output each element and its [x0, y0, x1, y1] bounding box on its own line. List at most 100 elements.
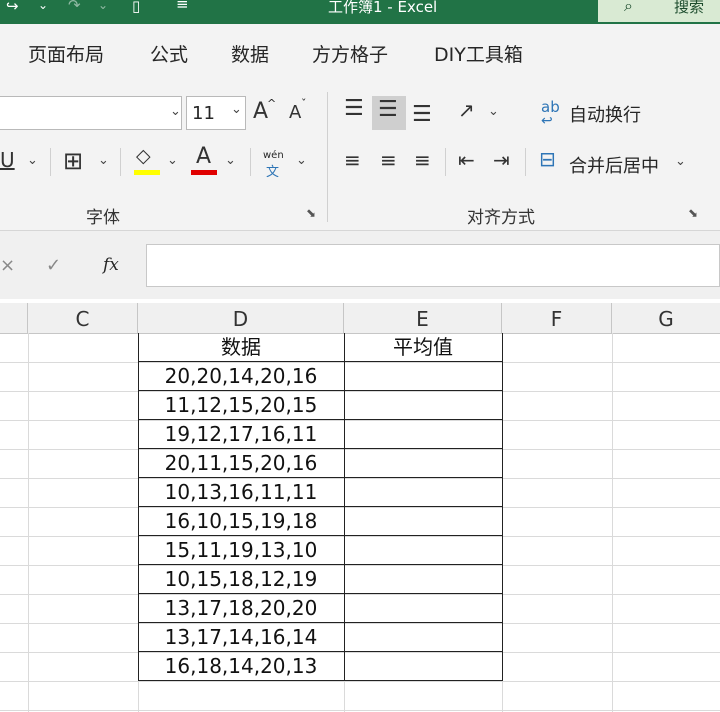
font-color-dropdown-icon[interactable]: ⌄ — [225, 153, 236, 168]
orientation-dropdown-icon[interactable]: ⌄ — [488, 104, 499, 119]
undo-dropdown-icon[interactable]: ⌄ — [38, 0, 48, 12]
print-preview-icon[interactable]: ▯ — [132, 0, 140, 15]
column-header-c[interactable]: C — [28, 303, 138, 333]
font-size-input[interactable]: 11 ⌄ — [186, 96, 246, 130]
tab-formulas[interactable]: 公式 — [150, 40, 188, 67]
customize-toolbar-icon[interactable]: ≡ — [176, 0, 189, 13]
data-cell[interactable]: 20,20,14,20,16 — [138, 362, 344, 391]
align-middle-icon: ☰ — [378, 97, 398, 122]
orientation-icon[interactable]: ↗ — [458, 100, 475, 120]
align-top-icon[interactable]: ☰ — [344, 98, 364, 120]
data-cell[interactable]: 10,13,16,11,11 — [138, 478, 344, 507]
fill-color-icon[interactable]: ◇ — [136, 147, 151, 166]
tab-data[interactable]: 数据 — [231, 40, 269, 67]
align-right-icon[interactable]: ≡ — [414, 150, 431, 170]
average-cell[interactable] — [344, 623, 502, 652]
repeat-dropdown-icon: ⌄ — [98, 0, 109, 12]
alignment-group-label: 对齐方式 — [467, 208, 535, 228]
underline-dropdown-icon[interactable]: ⌄ — [27, 153, 38, 168]
average-cell[interactable] — [344, 362, 502, 391]
increase-indent-icon[interactable]: ⇥ — [493, 150, 510, 170]
merge-dropdown-icon[interactable]: ⌄ — [675, 154, 686, 169]
header-cell-average[interactable]: 平均值 — [344, 333, 502, 362]
grow-caret-icon: ^ — [267, 97, 277, 110]
phonetic-icon[interactable]: 文 — [266, 161, 279, 180]
divider — [120, 148, 121, 176]
shrink-font-icon[interactable]: A — [289, 104, 301, 122]
average-cell[interactable] — [344, 652, 502, 681]
underline-icon[interactable]: U — [0, 150, 15, 170]
data-cell[interactable]: 16,10,15,19,18 — [138, 507, 344, 536]
alignment-dialog-launcher-icon[interactable]: ⬊ — [688, 206, 698, 220]
gridline-horizontal — [0, 710, 720, 711]
average-cell[interactable] — [344, 449, 502, 478]
phonetic-dropdown-icon[interactable]: ⌄ — [296, 153, 307, 168]
header-cell-data[interactable]: 数据 — [138, 333, 344, 362]
average-cell[interactable] — [344, 420, 502, 449]
divider — [445, 148, 446, 176]
merge-center-button[interactable]: 合并后居中 — [569, 152, 659, 178]
column-header-g[interactable]: G — [612, 303, 720, 333]
table-border — [502, 333, 503, 681]
average-cell[interactable] — [344, 507, 502, 536]
decrease-indent-icon[interactable]: ⇤ — [458, 150, 475, 170]
formula-input[interactable] — [146, 244, 720, 287]
gridline-horizontal — [0, 681, 720, 682]
data-cell[interactable]: 10,15,18,12,19 — [138, 565, 344, 594]
data-cell[interactable]: 19,12,17,16,11 — [138, 420, 344, 449]
data-cell[interactable]: 15,11,19,13,10 — [138, 536, 344, 565]
wrap-text-button[interactable]: 自动换行 — [569, 101, 641, 127]
grow-font-icon[interactable]: A — [253, 101, 268, 123]
font-size-dropdown-icon: ⌄ — [231, 102, 242, 117]
column-header-prev[interactable] — [0, 303, 28, 333]
average-cell[interactable] — [344, 565, 502, 594]
align-left-icon[interactable]: ≡ — [344, 150, 361, 170]
data-cell[interactable]: 20,11,15,20,16 — [138, 449, 344, 478]
column-header-d[interactable]: D — [138, 303, 344, 333]
cell-grid[interactable]: 数据 平均值 20,20,14,20,16 11,12,15,20,15 19,12,1… — [0, 333, 720, 712]
data-cell[interactable]: 13,17,14,16,14 — [138, 623, 344, 652]
font-color-swatch — [191, 170, 217, 175]
average-cell[interactable] — [344, 594, 502, 623]
data-cell[interactable]: 13,17,18,20,20 — [138, 594, 344, 623]
align-bottom-icon[interactable]: ☰ — [412, 104, 432, 126]
font-color-icon[interactable]: A — [196, 146, 211, 168]
tab-diy-toolbox[interactable]: DIY工具箱 — [434, 40, 523, 67]
gridline-vertical — [612, 333, 613, 712]
group-separator — [327, 92, 328, 222]
font-name-dropdown-icon[interactable]: ⌄ — [170, 104, 181, 119]
search-box[interactable]: ⌕ 搜索 — [598, 0, 720, 22]
title-bar: ↪ ⌄ ↷ ⌄ ▯ ≡ 工作簿1 - Excel ⌕ 搜索 — [0, 0, 720, 24]
font-name-input[interactable] — [0, 96, 182, 130]
borders-dropdown-icon[interactable]: ⌄ — [98, 153, 109, 168]
shrink-caret-icon: ˇ — [301, 97, 307, 110]
cancel-icon[interactable]: × — [0, 255, 15, 276]
window-title: 工作簿1 - Excel — [328, 0, 438, 16]
data-cell[interactable]: 11,12,15,20,15 — [138, 391, 344, 420]
column-header-e[interactable]: E — [344, 303, 502, 333]
wrap-arrow-icon: ↩ — [541, 113, 553, 129]
tab-page-layout[interactable]: 页面布局 — [28, 40, 104, 67]
tab-fangfange[interactable]: 方方格子 — [312, 40, 388, 67]
column-header-f[interactable]: F — [502, 303, 612, 333]
borders-icon[interactable]: ⊞ — [63, 149, 83, 173]
align-center-icon[interactable]: ≡ — [380, 150, 397, 170]
font-size-value: 11 — [192, 103, 215, 124]
average-cell[interactable] — [344, 536, 502, 565]
align-middle-selected[interactable]: ☰ — [372, 96, 406, 130]
fill-color-dropdown-icon[interactable]: ⌄ — [167, 153, 178, 168]
fill-color-swatch — [134, 170, 160, 175]
font-dialog-launcher-icon[interactable]: ⬊ — [306, 206, 316, 220]
insert-function-icon[interactable]: fx — [103, 255, 119, 275]
search-icon: ⌕ — [624, 0, 633, 15]
data-cell[interactable]: 16,18,14,20,13 — [138, 652, 344, 681]
merge-center-icon: ⊟ — [539, 147, 556, 171]
average-cell[interactable] — [344, 478, 502, 507]
average-cell[interactable] — [344, 391, 502, 420]
redo-icon[interactable]: ↪ — [6, 0, 19, 15]
gridline-vertical — [28, 333, 29, 712]
divider — [250, 148, 251, 176]
enter-icon[interactable]: ✓ — [46, 255, 61, 276]
phonetic-top-text: wén — [263, 150, 284, 161]
search-label: 搜索 — [674, 0, 705, 16]
